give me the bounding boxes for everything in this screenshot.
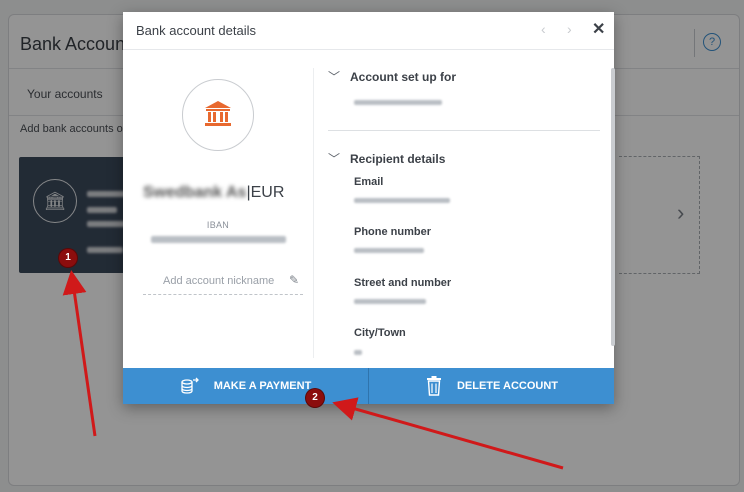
arrow-1 (62, 270, 97, 437)
annotation-badge-1: 1 (59, 249, 77, 267)
annotation-arrows (62, 270, 564, 470)
annotation-badge-2: 2 (306, 389, 324, 407)
arrow-2 (332, 397, 564, 470)
